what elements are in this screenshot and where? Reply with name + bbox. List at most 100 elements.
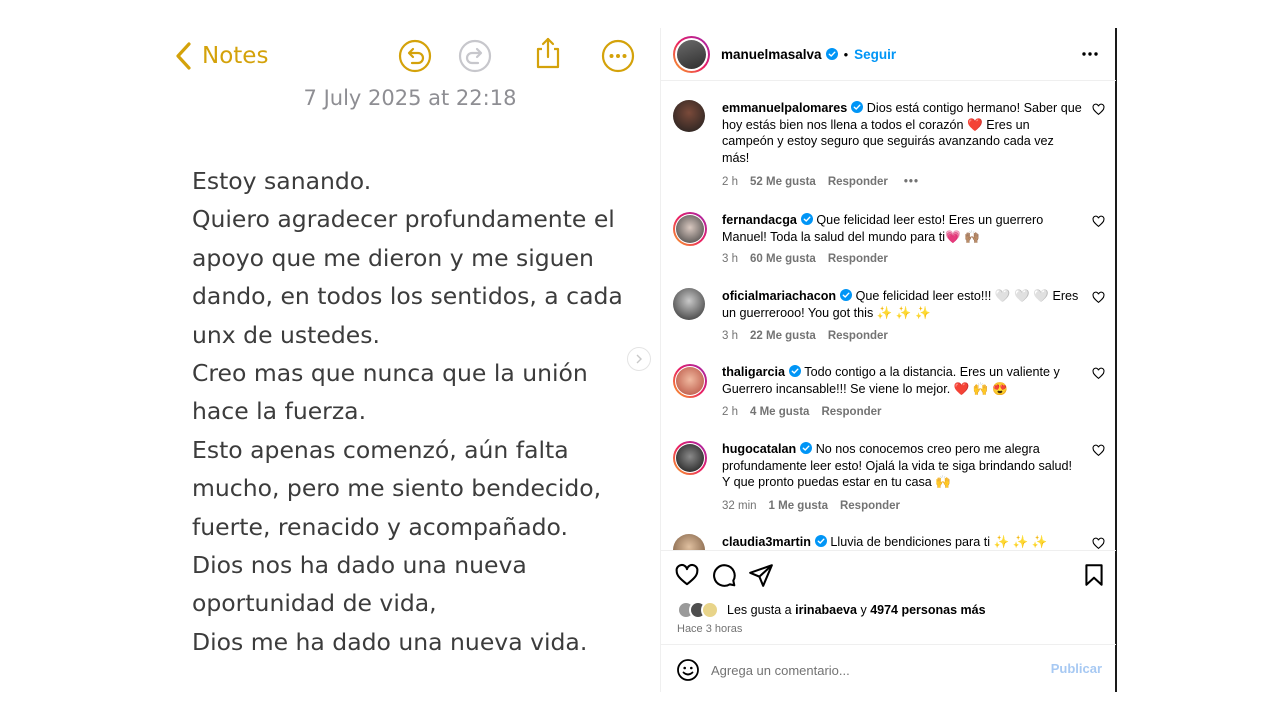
- verified-badge-icon: [789, 365, 801, 377]
- notes-screenshot: Notes 7 July 2025 at 22:18 Estoy sanando…: [160, 28, 660, 692]
- avatar[interactable]: [673, 534, 705, 550]
- note-line: Dios me ha dado una nueva vida.: [192, 627, 588, 656]
- comment-text: Lluvia de bendiciones para ti ✨ ✨ ✨: [830, 535, 1048, 549]
- bookmark-icon[interactable]: [1081, 562, 1107, 588]
- comment-time[interactable]: 2 h: [722, 176, 738, 188]
- verified-badge-icon: [800, 442, 813, 454]
- story-ring[interactable]: [673, 212, 707, 246]
- note-line: oportunidad de vida,: [192, 589, 437, 618]
- post-actions: Les gusta a irinabaeva y 4974 personas m…: [661, 550, 1116, 640]
- post-time-ago[interactable]: Hace 3 horas: [677, 623, 742, 635]
- comment-item: hugocatalan No nos conocemos creo pero m…: [673, 441, 1105, 519]
- avatar[interactable]: [673, 288, 705, 320]
- notes-back-label: Notes: [202, 43, 269, 69]
- avatar: [676, 215, 704, 243]
- reply-button[interactable]: Responder: [840, 500, 900, 512]
- note-line: Dios nos ha dado una nueva: [192, 551, 527, 580]
- comment-likes[interactable]: 4 Me gusta: [750, 406, 809, 418]
- comment-likes[interactable]: 52 Me gusta: [750, 176, 816, 188]
- more-options-icon[interactable]: [601, 39, 635, 73]
- add-comment-bar: Publicar: [661, 644, 1116, 692]
- note-line: apoyo que me dieron y me siguen: [192, 243, 594, 272]
- heart-icon[interactable]: [1092, 367, 1105, 380]
- comment-meta: 2 h 4 Me gusta Responder: [722, 406, 882, 418]
- note-date: 7 July 2025 at 22:18: [303, 86, 517, 110]
- note-line: mucho, pero me siento bendecido,: [192, 474, 602, 503]
- story-ring[interactable]: [673, 364, 707, 398]
- instagram-post-panel: manuelmasalva • Seguir emmanuelpalomares…: [660, 28, 1117, 692]
- liker-username[interactable]: irinabaeva: [795, 603, 857, 617]
- comment-username[interactable]: thaligarcia: [722, 365, 785, 379]
- post-author-username[interactable]: manuelmasalva: [721, 47, 822, 62]
- verified-badge-icon: [825, 48, 838, 60]
- avatar: [701, 601, 719, 619]
- reply-button[interactable]: Responder: [828, 330, 888, 342]
- likes-prefix: Les gusta a: [727, 603, 792, 617]
- comment-likes[interactable]: 1 Me gusta: [769, 500, 828, 512]
- share-send-icon[interactable]: [748, 562, 774, 588]
- comment-item: emmanuelpalomares Dios está contigo herm…: [673, 100, 1105, 200]
- verified-badge-icon: [800, 213, 813, 225]
- note-line: hace la fuerza.: [192, 397, 367, 426]
- verified-badge-icon: [814, 535, 827, 547]
- comment-likes[interactable]: 60 Me gusta: [750, 253, 816, 265]
- heart-icon[interactable]: [1092, 215, 1105, 228]
- comment-meta: 32 min 1 Me gusta Responder: [722, 500, 900, 512]
- comment-item: claudia3martin Lluvia de bendiciones par…: [673, 534, 1105, 550]
- emoji-icon[interactable]: [676, 658, 700, 682]
- comment-item: thaligarcia Todo contigo a la distancia.…: [673, 364, 1105, 424]
- reply-button[interactable]: Responder: [821, 406, 881, 418]
- heart-icon[interactable]: [1092, 444, 1105, 457]
- comment-time[interactable]: 32 min: [722, 500, 757, 512]
- avatar: [676, 444, 704, 472]
- comment-likes[interactable]: 22 Me gusta: [750, 330, 816, 342]
- comment-username[interactable]: fernandacga: [722, 213, 797, 227]
- comment-time[interactable]: 2 h: [722, 406, 738, 418]
- comment-item: oficialmariachacon Que felicidad leer es…: [673, 288, 1105, 348]
- comment-username[interactable]: emmanuelpalomares: [722, 101, 847, 115]
- comment-username[interactable]: claudia3martin: [722, 535, 811, 549]
- comment-time[interactable]: 3 h: [722, 253, 738, 265]
- comments-list[interactable]: emmanuelpalomares Dios está contigo herm…: [661, 82, 1116, 550]
- story-ring[interactable]: [673, 35, 710, 73]
- comment-item: fernandacga Que felicidad leer esto! Ere…: [673, 212, 1105, 272]
- note-line: Estoy sanando.: [192, 167, 372, 195]
- follow-button[interactable]: Seguir: [854, 47, 896, 62]
- likes-summary: Les gusta a irinabaeva y 4974 personas m…: [677, 601, 986, 619]
- reply-button[interactable]: Responder: [828, 176, 888, 188]
- comment-username[interactable]: hugocatalan: [722, 442, 796, 456]
- note-body: Estoy sanando. Quiero agradecer profunda…: [192, 162, 642, 661]
- comment-time[interactable]: 3 h: [722, 330, 738, 342]
- chevron-right-icon: [636, 354, 642, 364]
- note-line: Esto apenas comenzó, aún falta: [192, 435, 569, 464]
- notes-toolbar: Notes: [160, 28, 660, 88]
- carousel-next-button[interactable]: [627, 347, 651, 371]
- comment-bubble-icon[interactable]: [711, 562, 737, 588]
- avatar[interactable]: [673, 100, 705, 132]
- note-line: unx de ustedes.: [192, 320, 380, 349]
- liker-avatars: [677, 601, 721, 619]
- chevron-left-icon: [176, 42, 191, 70]
- reply-button[interactable]: Responder: [828, 253, 888, 265]
- verified-badge-icon: [840, 289, 853, 301]
- note-line: Quiero agradecer profundamente el: [192, 205, 615, 234]
- note-line: dando, en todos los sentidos, a cada: [192, 282, 623, 311]
- comment-options-button[interactable]: •••: [904, 176, 919, 188]
- publish-button[interactable]: Publicar: [1051, 661, 1102, 676]
- likes-joiner: y: [860, 603, 867, 617]
- like-heart-icon[interactable]: [674, 562, 700, 588]
- comment-username[interactable]: oficialmariachacon: [722, 289, 836, 303]
- notes-back-button[interactable]: Notes: [174, 41, 268, 71]
- comment-input[interactable]: [711, 657, 1041, 683]
- redo-icon[interactable]: [458, 39, 492, 73]
- heart-icon[interactable]: [1092, 291, 1105, 304]
- story-ring[interactable]: [673, 441, 707, 475]
- more-options-icon[interactable]: [1080, 44, 1100, 64]
- header-separator: •: [843, 46, 849, 62]
- heart-icon[interactable]: [1092, 537, 1105, 550]
- undo-icon[interactable]: [398, 39, 432, 73]
- likes-count[interactable]: 4974 personas más: [870, 603, 985, 617]
- comment-meta: 3 h 22 Me gusta Responder: [722, 330, 888, 342]
- heart-icon[interactable]: [1092, 103, 1105, 116]
- share-icon[interactable]: [531, 36, 565, 70]
